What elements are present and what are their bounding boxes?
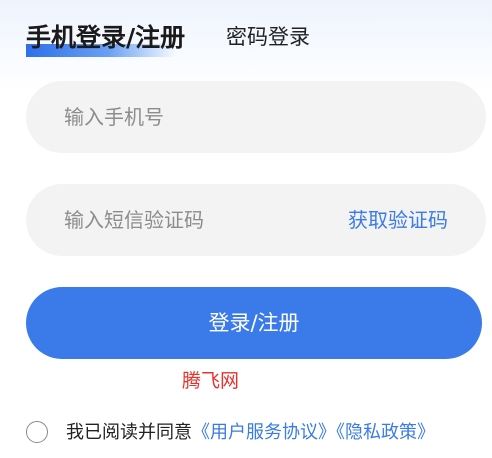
- user-agreement-link[interactable]: 《用户服务协议》: [192, 422, 336, 443]
- phone-input[interactable]: [26, 81, 486, 153]
- tab-phone-login[interactable]: 手机登录/注册: [26, 18, 186, 57]
- phone-field: [26, 81, 486, 153]
- tab-password-login-label: 密码登录: [226, 25, 310, 49]
- sms-code-input[interactable]: [26, 184, 316, 256]
- login-register-button[interactable]: 登录/注册: [26, 287, 482, 359]
- agreement-prefix: 我已阅读并同意: [66, 422, 192, 443]
- watermark-text: 腾飞网: [182, 370, 240, 392]
- agreement-text: 我已阅读并同意《用户服务协议》《隐私政策》: [66, 420, 435, 446]
- tab-phone-login-label: 手机登录/注册: [26, 23, 186, 52]
- agreement-checkbox[interactable]: [26, 421, 48, 443]
- sms-code-field: 获取验证码: [26, 184, 486, 256]
- privacy-policy-link[interactable]: 《隐私政策》: [336, 422, 435, 443]
- tab-password-login[interactable]: 密码登录: [226, 21, 310, 51]
- get-code-button[interactable]: 获取验证码: [348, 184, 448, 256]
